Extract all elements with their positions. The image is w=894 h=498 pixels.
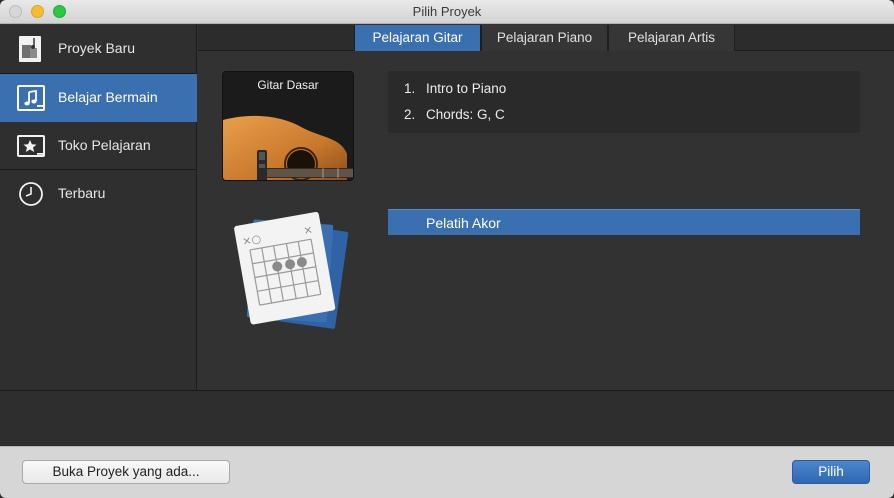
lesson-content: Gitar Dasar 1. Intro to Piano 2. Chords: G… xyxy=(198,52,894,390)
lesson-title: Intro to Piano xyxy=(426,81,507,96)
open-existing-project-button[interactable]: Buka Proyek yang ada... xyxy=(22,460,230,484)
lesson-card-basic-guitar[interactable]: Gitar Dasar xyxy=(222,71,354,181)
sidebar-item-learn-to-play[interactable]: Belajar Bermain xyxy=(0,74,197,122)
sidebar-item-label: Belajar Bermain xyxy=(58,89,158,105)
lesson-list: 1. Intro to Piano 2. Chords: G, C xyxy=(388,71,860,133)
lesson-list-item[interactable]: 1. Intro to Piano xyxy=(404,81,506,96)
footer-bar: Buka Proyek yang ada... Pilih xyxy=(0,446,894,498)
lesson-number: 2. xyxy=(404,107,416,122)
clock-icon xyxy=(17,180,45,208)
star-icon xyxy=(17,132,45,160)
sidebar-item-label: Toko Pelajaran xyxy=(58,137,151,153)
lesson-card-title: Gitar Dasar xyxy=(257,78,319,92)
sidebar-item-lesson-store[interactable]: Toko Pelajaran xyxy=(0,122,197,170)
sidebar-item-label: Terbaru xyxy=(58,185,106,201)
tab-artist-lessons[interactable]: Pelajaran Artis xyxy=(608,25,735,51)
sidebar-item-label: Proyek Baru xyxy=(58,40,136,56)
chord-trainer-icon[interactable]: ×○ × xyxy=(232,211,350,330)
lesson-tab-bar: Pelajaran Gitar Pelajaran Piano Pelajara… xyxy=(198,25,894,51)
description-area xyxy=(0,390,894,446)
lesson-number: 1. xyxy=(404,81,416,96)
tab-guitar-lessons[interactable]: Pelajaran Gitar xyxy=(354,25,481,51)
tab-piano-lessons[interactable]: Pelajaran Piano xyxy=(481,25,608,51)
sidebar: Proyek Baru Belajar Bermain Toko Pelajar… xyxy=(0,25,197,390)
music-note-icon xyxy=(17,84,45,112)
lesson-title: Chords: G, C xyxy=(426,107,505,122)
chord-trainer-row[interactable]: Pelatih Akor xyxy=(388,209,860,235)
window-title: Pilih Proyek xyxy=(412,4,482,19)
lesson-list-item[interactable]: 2. Chords: G, C xyxy=(404,107,505,122)
chord-trainer-label: Pelatih Akor xyxy=(426,215,501,231)
new-project-icon xyxy=(17,35,45,63)
project-chooser-window: Pilih Proyek Proyek Baru Belajar Bermain… xyxy=(0,0,894,498)
choose-button[interactable]: Pilih xyxy=(792,460,870,484)
sidebar-item-recent[interactable]: Terbaru xyxy=(0,170,197,218)
sidebar-item-new-project[interactable]: Proyek Baru xyxy=(0,25,197,73)
title-bar: Pilih Proyek xyxy=(0,0,894,24)
